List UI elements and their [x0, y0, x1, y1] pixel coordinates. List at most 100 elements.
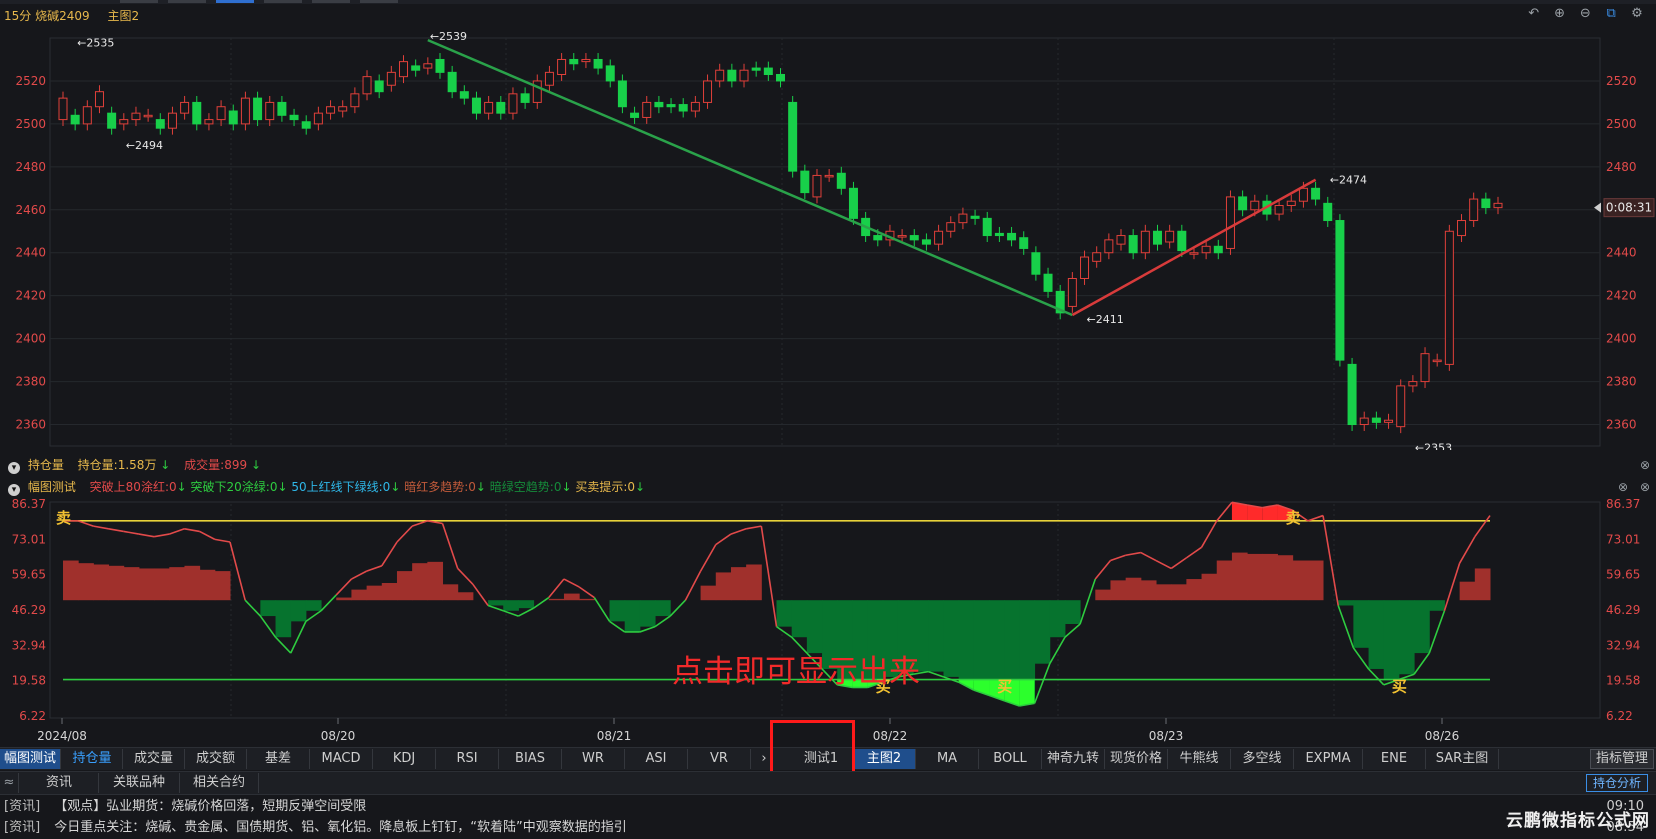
trend-area-red — [1171, 584, 1187, 601]
trend-area-red — [1262, 553, 1278, 601]
news-tab-related[interactable]: 关联品种 — [99, 773, 180, 793]
price-mark: ←2539 — [430, 30, 467, 43]
oscillator-line — [441, 523, 459, 569]
indicator-test-header: ▾ 幅图测试 突破上80涂红:0↓ 突破下20涂绿:0↓ 50上红线下绿线:0↓… — [0, 478, 1656, 496]
oscillator-line — [1367, 668, 1385, 686]
y-tick-label-left: 59.65 — [12, 568, 46, 582]
tab-ma[interactable]: MA — [916, 749, 979, 769]
tab-wr[interactable]: WR — [562, 749, 625, 769]
close-indicator-icon[interactable]: ⊗ — [1640, 478, 1650, 496]
oscillator-line — [593, 597, 611, 622]
tab-rsi[interactable]: RSI — [436, 749, 499, 769]
tab-asi[interactable]: ASI — [625, 749, 688, 769]
news-item[interactable]: [资讯] 今日重点关注：烧碱、贵金属、国债期货、铝、氧化铝。降息板上钉钉，“软着… — [0, 817, 1656, 839]
tab-fu-tu-test[interactable]: 幅图测试 — [0, 749, 61, 769]
candle — [240, 97, 250, 125]
tab-bias[interactable]: BIAS — [499, 749, 562, 769]
candle — [715, 69, 725, 82]
candle — [544, 71, 554, 86]
trend-area-red — [1459, 581, 1476, 601]
candle — [1165, 230, 1175, 243]
candle — [58, 97, 68, 121]
trend-area-red — [1292, 560, 1309, 601]
settings-icon[interactable]: ⚙ — [1626, 6, 1648, 21]
oscillator-line — [1413, 652, 1430, 675]
candle — [557, 58, 567, 76]
y-tick-label-left: 2400 — [15, 332, 46, 346]
oscillator-line — [1094, 560, 1112, 580]
candle — [873, 235, 883, 241]
oscillator-line — [396, 525, 413, 543]
x-tick-label: 08/20 — [321, 729, 356, 743]
y-tick-label-left: 2520 — [15, 74, 46, 88]
candle — [1444, 230, 1454, 365]
tab-main2[interactable]: 主图2 — [853, 749, 916, 769]
tab-long-short[interactable]: 多空线 — [1231, 749, 1294, 769]
zoom-out-icon[interactable]: ⊖ — [1574, 6, 1596, 21]
trend-area-red — [1110, 580, 1127, 601]
y-tick-label-right: 2380 — [1606, 375, 1637, 389]
chart-mode[interactable]: 主图2 — [107, 9, 139, 23]
collapse-icon[interactable]: ▾ — [8, 462, 20, 474]
candle — [1019, 237, 1029, 249]
y-tick-label-right: 2360 — [1606, 418, 1637, 432]
trend-area-red — [442, 584, 459, 601]
collapse-panel-icon[interactable]: ≈ — [0, 773, 19, 793]
window-icon[interactable]: ⧉ — [1600, 6, 1622, 21]
candle — [703, 80, 713, 103]
zoom-in-icon[interactable]: ⊕ — [1549, 6, 1571, 21]
tab-ene[interactable]: ENE — [1363, 749, 1426, 769]
trend-area-green — [928, 600, 944, 672]
tab-vr[interactable]: VR — [688, 749, 751, 769]
y-tick-label-left: 2500 — [15, 117, 46, 131]
time-tag: 0:08:31 — [1606, 201, 1652, 215]
oscillator-line — [1337, 605, 1355, 649]
y-tick-label-left: 73.01 — [12, 532, 46, 546]
y-tick-label-right: 2520 — [1606, 74, 1637, 88]
candle — [1225, 196, 1235, 249]
tab-macd[interactable]: MACD — [310, 749, 373, 769]
candle — [1067, 278, 1077, 307]
oscillator-line — [699, 544, 717, 572]
indicator-manage-button[interactable]: 指标管理 — [1590, 749, 1654, 769]
trend-area-red — [1231, 552, 1248, 601]
legend-item: 突破上80涂红:0 — [89, 480, 177, 494]
y-tick-label-right: 2500 — [1606, 117, 1637, 131]
candle — [1371, 417, 1381, 423]
collapse-icon[interactable]: ▾ — [8, 484, 20, 496]
position-analysis-button[interactable]: 持仓分析 — [1585, 774, 1648, 792]
oscillator-line — [320, 594, 337, 612]
news-tab-info[interactable]: 资讯 — [20, 773, 99, 793]
tab-turnover[interactable]: 成交额 — [185, 749, 247, 769]
tab-spot-price[interactable]: 现货价格 — [1105, 749, 1168, 769]
candle — [970, 215, 980, 219]
oscillator-line — [1033, 663, 1051, 704]
news-tab-contracts[interactable]: 相关合约 — [180, 773, 259, 793]
candle — [666, 104, 676, 108]
undo-icon[interactable]: ↶ — [1523, 6, 1545, 21]
tab-expma[interactable]: EXPMA — [1294, 749, 1363, 769]
tab-magic-nine[interactable]: 神奇九转 — [1042, 749, 1105, 769]
tab-open-interest[interactable]: 持仓量 — [62, 749, 123, 769]
down-icon: ↓ — [475, 480, 486, 494]
trend-area-green — [260, 600, 277, 617]
trend-area-green — [1429, 600, 1445, 611]
oscillator-line — [335, 578, 353, 596]
indicator-chart[interactable]: 86.37 86.37 73.01 73.01 59.65 59.65 46.29 46.29… — [0, 498, 1656, 748]
tab-boll[interactable]: BOLL — [979, 749, 1042, 769]
settings-indicator-icon[interactable]: ⊗ — [1618, 478, 1628, 496]
candle — [1128, 235, 1138, 254]
tab-kdj[interactable]: KDJ — [373, 749, 436, 769]
main-kline-chart[interactable]: 2520252025002500248024802460246024402440… — [0, 30, 1656, 450]
signal-label: 买 — [1392, 678, 1407, 696]
tab-bull-bear[interactable]: 牛熊线 — [1168, 749, 1231, 769]
candle — [654, 101, 664, 108]
tab-volume[interactable]: 成交量 — [123, 749, 185, 769]
candle — [1286, 200, 1296, 206]
candle — [763, 67, 773, 76]
tab-basis[interactable]: 基差 — [247, 749, 310, 769]
trend-area-red — [396, 571, 413, 601]
tab-sar[interactable]: SAR主图 — [1426, 749, 1499, 769]
close-indicator-icon[interactable]: ⊗ — [1640, 456, 1650, 474]
news-item[interactable]: [资讯] 【观点】弘业期货：烧碱价格回落，短期反弹空间受限 09:10 — [0, 796, 1656, 818]
